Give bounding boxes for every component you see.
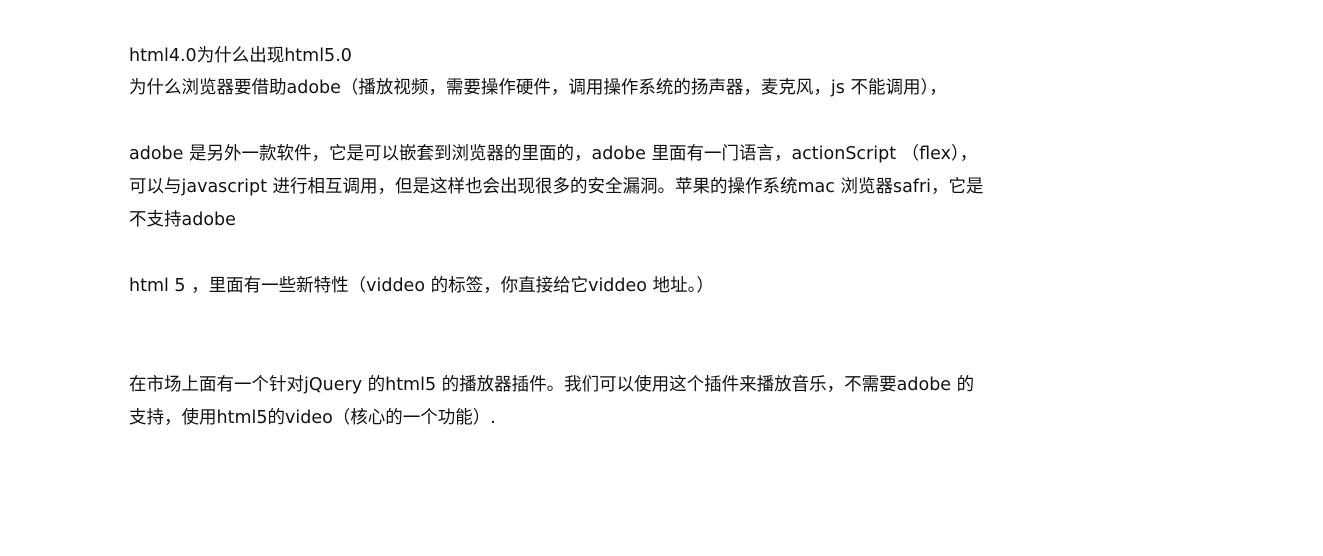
paragraph-line: 支持，使用html5的video（核心的一个功能）. (129, 408, 496, 428)
heading-line: html4.0为什么出现html5.0 (129, 46, 352, 66)
paragraph-line: 不支持adobe (129, 210, 236, 230)
paragraph-line: 可以与javascript 进行相互调用，但是这样也会出现很多的安全漏洞。苹果的… (129, 177, 984, 197)
paragraph-line: adobe 是另外一款软件，它是可以嵌套到浏览器的里面的，adobe 里面有一门… (129, 144, 978, 164)
paragraph-line: 在市场上面有一个针对jQuery 的html5 的播放器插件。我们可以使用这个插… (129, 375, 975, 395)
paragraph-line: 为什么浏览器要借助adobe（播放视频，需要操作硬件，调用操作系统的扬声器，麦克… (129, 78, 947, 98)
paragraph-line: html 5 ，里面有一些新特性（viddeo 的标签，你直接给它viddeo … (129, 276, 714, 296)
